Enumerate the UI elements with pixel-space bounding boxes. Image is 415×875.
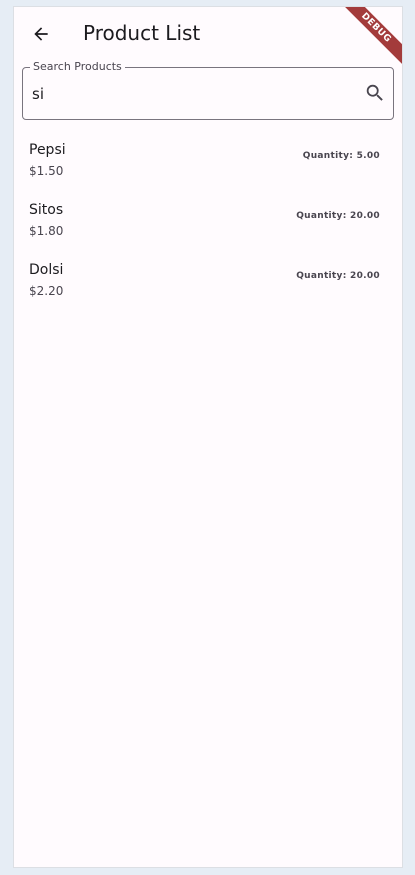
- product-list: Pepsi $1.50 Quantity: 5.00 Sitos $1.80 Q…: [14, 129, 402, 309]
- list-item[interactable]: Pepsi $1.50 Quantity: 5.00: [14, 129, 402, 189]
- back-button[interactable]: [28, 21, 54, 47]
- search-icon[interactable]: [364, 82, 386, 104]
- debug-banner: DEBUG: [337, 7, 402, 67]
- search-field[interactable]: Search Products: [22, 61, 394, 120]
- page-title: Product List: [83, 21, 201, 45]
- arrow-back-icon: [34, 27, 48, 41]
- list-item[interactable]: Dolsi $2.20 Quantity: 20.00: [14, 249, 402, 309]
- app-bar: Product List DEBUG: [14, 7, 402, 67]
- product-name: Sitos: [29, 202, 64, 218]
- product-name: Pepsi: [29, 142, 66, 158]
- app-screen: Product List DEBUG Search Products Pepsi…: [13, 6, 403, 868]
- product-price: $1.50: [29, 164, 64, 178]
- search-input[interactable]: [32, 81, 352, 107]
- list-item[interactable]: Sitos $1.80 Quantity: 20.00: [14, 189, 402, 249]
- product-price: $1.80: [29, 224, 64, 238]
- product-name: Dolsi: [29, 262, 64, 278]
- product-quantity: Quantity: 20.00: [296, 271, 380, 281]
- product-quantity: Quantity: 20.00: [296, 211, 380, 221]
- search-label: Search Products: [30, 61, 125, 73]
- product-price: $2.20: [29, 284, 64, 298]
- product-quantity: Quantity: 5.00: [302, 151, 380, 161]
